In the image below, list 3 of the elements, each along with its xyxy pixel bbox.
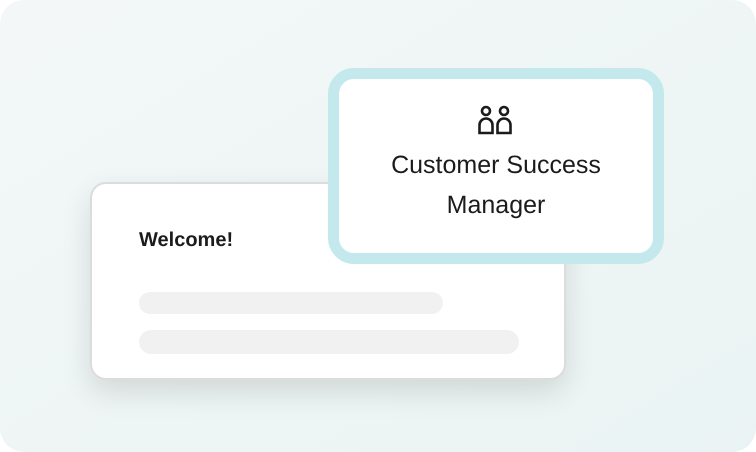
people-icon [478,105,514,135]
role-title: Customer Success Manager [390,150,602,221]
welcome-title: Welcome! [139,228,234,252]
